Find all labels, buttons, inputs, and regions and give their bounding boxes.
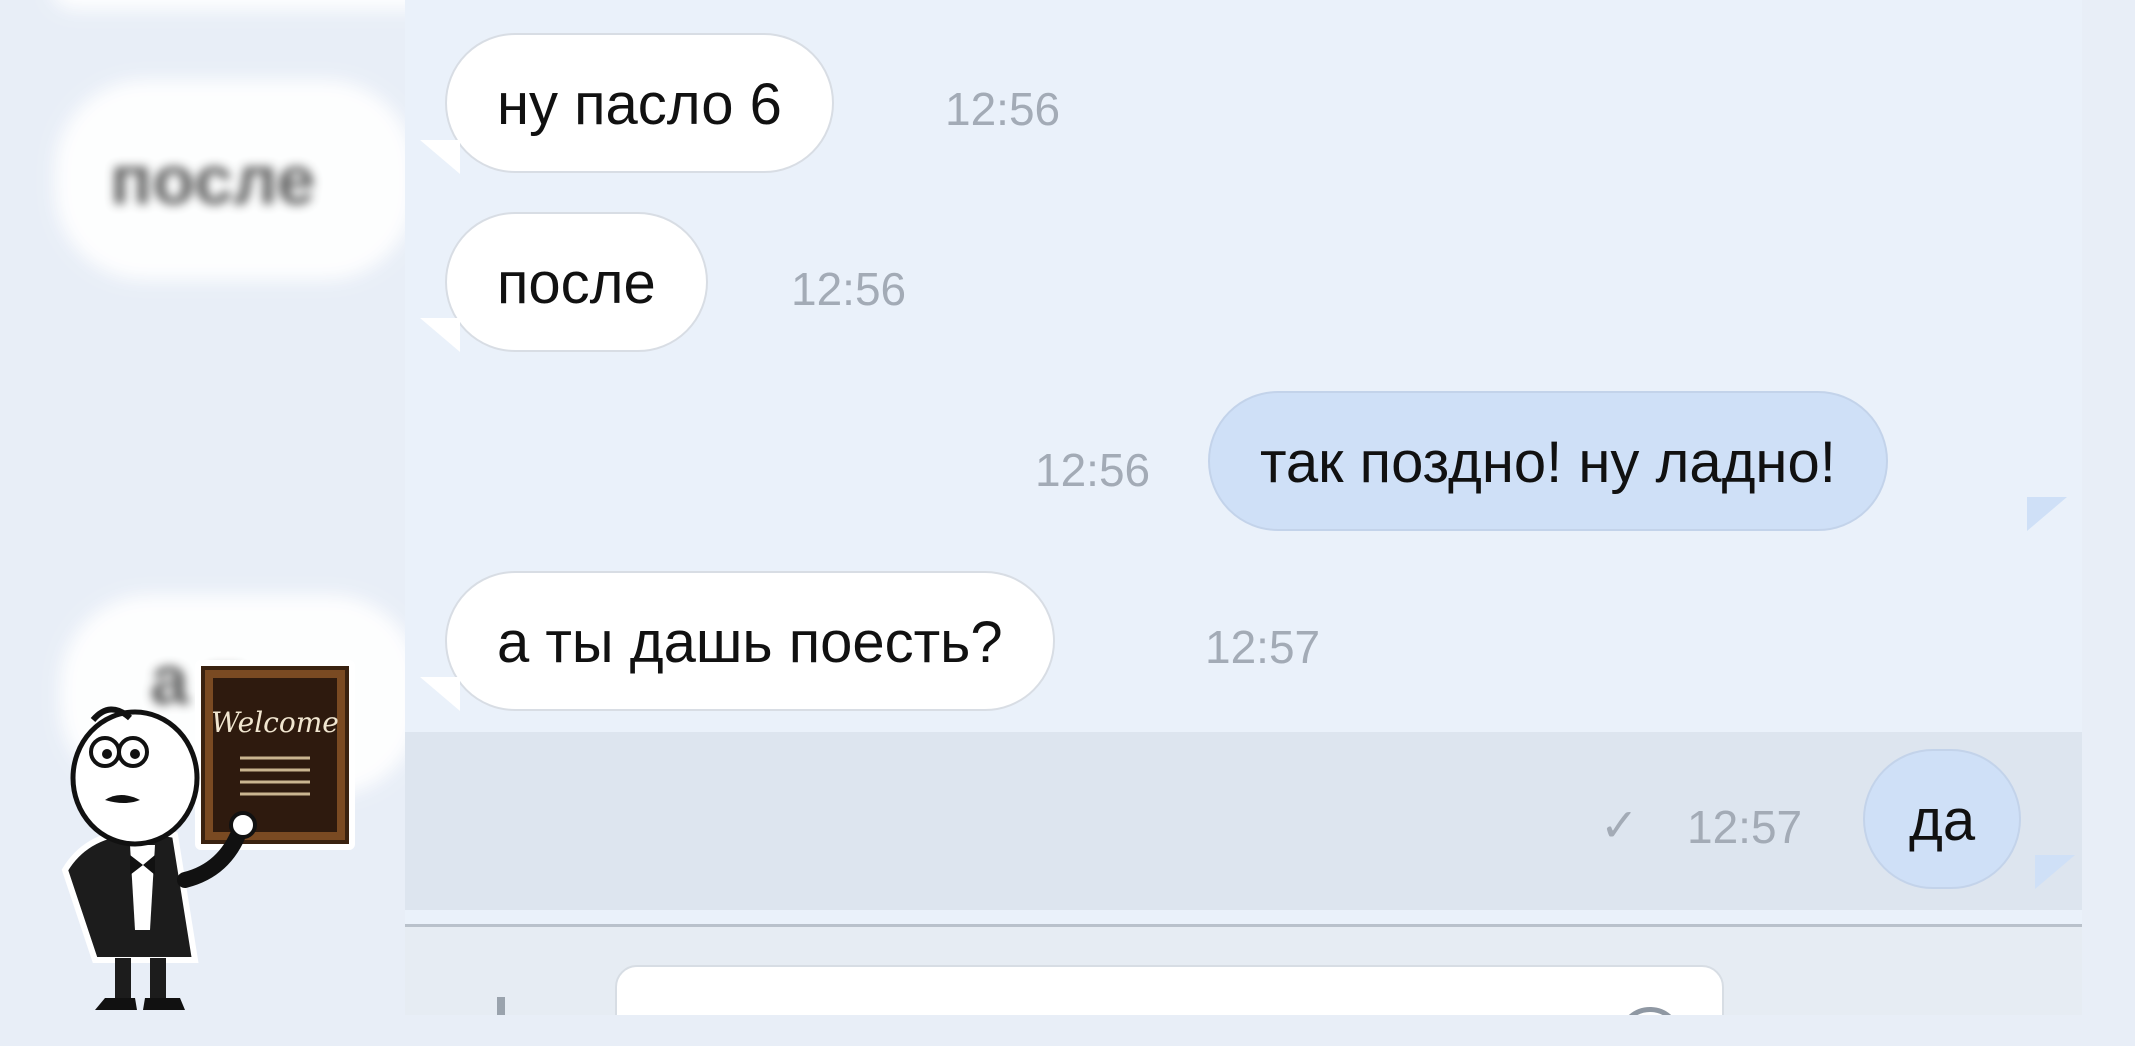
attach-icon[interactable] <box>497 997 505 1015</box>
message-input[interactable] <box>615 965 1724 1015</box>
blurred-text: после <box>110 141 316 219</box>
message-timestamp: 12:56 <box>791 263 907 315</box>
message-timestamp: 12:56 <box>945 83 1061 135</box>
outgoing-message-bubble[interactable]: да <box>1863 749 2022 889</box>
emoji-icon[interactable] <box>1618 1007 1682 1015</box>
bubble-tail <box>420 140 460 174</box>
message-timestamp: 12:57 <box>1205 621 1321 673</box>
outgoing-message-bubble[interactable]: так поздно! ну ладно! <box>1208 391 1888 531</box>
blurred-bubble <box>55 80 415 280</box>
message-text: после <box>497 251 656 316</box>
message-text: да <box>1909 788 1976 853</box>
bubble-tail <box>420 318 460 352</box>
bubble-tail <box>2035 855 2075 889</box>
bubble-tail <box>420 677 460 711</box>
bubble-tail <box>2027 497 2067 531</box>
message-text: так поздно! ну ладно! <box>1260 430 1836 495</box>
message-text: а ты дашь поесть? <box>497 610 1003 675</box>
message-timestamp: 12:56 <box>1035 444 1151 496</box>
message-timestamp: 12:57 <box>1687 801 1803 853</box>
incoming-message-bubble[interactable]: ну пасло 6 <box>445 33 834 173</box>
message-text: ну пасло 6 <box>497 72 782 137</box>
chat-panel: ну пасло 6 12:56 после 12:56 12:56 так п… <box>405 0 2082 1015</box>
welcome-sign-text: Welcome <box>211 706 339 739</box>
incoming-message-bubble[interactable]: после <box>445 212 708 352</box>
unread-message-highlight <box>405 732 2082 910</box>
incoming-message-bubble[interactable]: а ты дашь поесть? <box>445 571 1055 711</box>
check-icon: ✓ <box>1600 799 1639 851</box>
waiter-mascot-icon: Welcome <box>61 660 355 1010</box>
message-composer <box>405 927 2082 1015</box>
